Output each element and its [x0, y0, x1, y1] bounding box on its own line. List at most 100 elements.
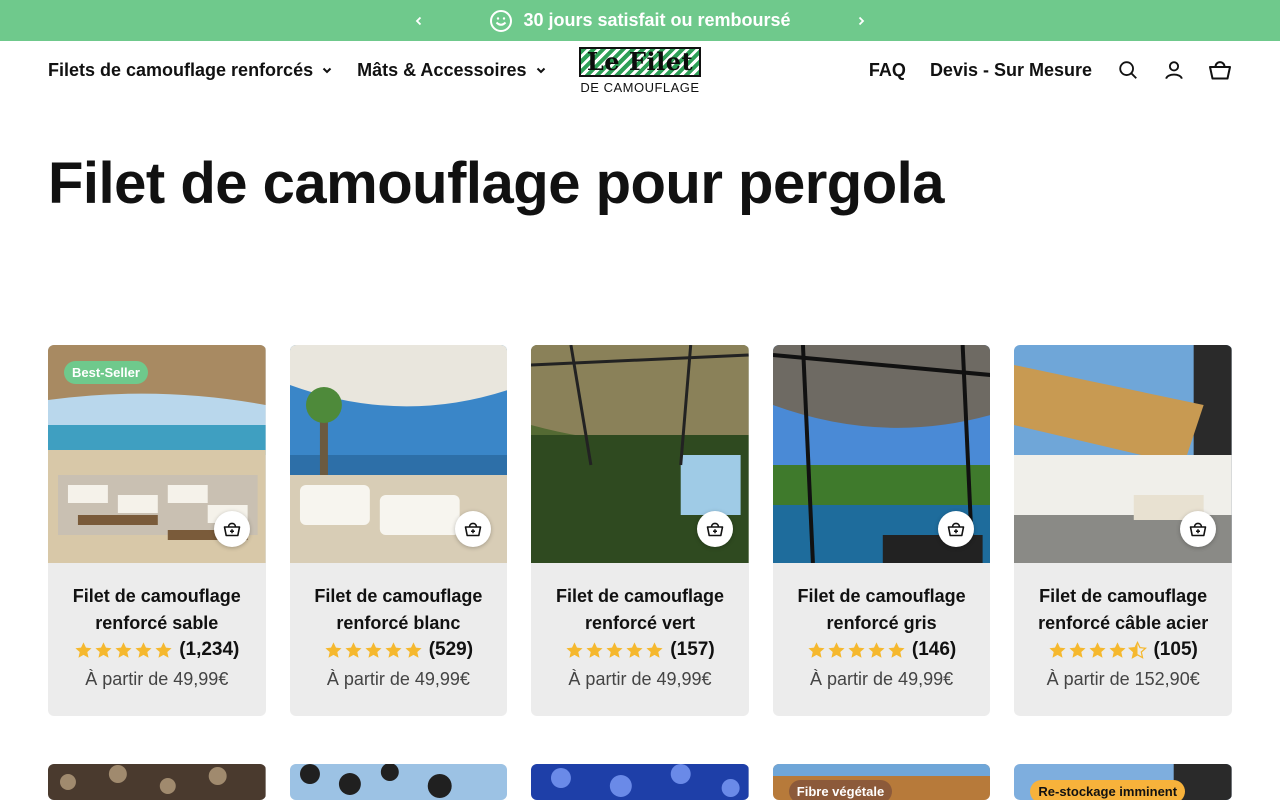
product-rating: (105) — [1014, 639, 1232, 661]
star-icon — [888, 641, 905, 658]
nav-item-label: Mâts & Accessoires — [357, 59, 527, 80]
product-grid: Best-Seller Filet de camouflage renforcé… — [48, 345, 1232, 800]
review-count: (146) — [911, 639, 957, 660]
nav-item-mats[interactable]: Mâts & Accessoires — [357, 60, 546, 81]
product-card[interactable] — [48, 764, 266, 800]
star-icon — [1089, 641, 1107, 658]
star-icon — [606, 641, 623, 658]
basket-plus-icon — [223, 522, 240, 537]
quick-add-button[interactable] — [1179, 511, 1216, 547]
star-icon — [626, 641, 643, 658]
product-info: Filet de camouflage renforcé blanc (529)… — [290, 563, 508, 690]
nav-link-faq[interactable]: FAQ — [869, 60, 906, 81]
star-icon — [385, 641, 402, 658]
star-icon — [325, 641, 342, 658]
product-photo — [48, 764, 266, 800]
nav-link-devis[interactable]: Devis - Sur Mesure — [930, 60, 1092, 81]
product-badge: Best-Seller — [64, 361, 148, 384]
product-name[interactable]: Filet de camouflage renforcé gris — [773, 583, 991, 637]
basket-plus-icon — [1189, 522, 1207, 537]
quick-add-button[interactable] — [455, 511, 492, 547]
announcement-prev-button[interactable] — [404, 0, 434, 41]
product-card[interactable]: Filet de camouflage renforcé blanc (529)… — [289, 345, 508, 716]
product-price: À partir de 49,99€ — [568, 669, 712, 689]
star-icon — [135, 641, 152, 658]
product-image[interactable]: Best-Seller — [48, 345, 266, 563]
star-icon — [1069, 641, 1087, 658]
nav-item-label: Filets de camouflage renforcés — [48, 59, 314, 80]
quick-add-button[interactable] — [696, 511, 733, 547]
review-count: (105) — [1153, 639, 1198, 660]
product-card[interactable] — [531, 764, 749, 800]
rating-stars — [324, 641, 423, 660]
basket-plus-icon — [464, 522, 482, 537]
review-count: (1,234) — [179, 639, 240, 660]
product-price: À partir de 49,99€ — [810, 669, 954, 689]
secondary-nav: FAQ Devis - Sur Mesure — [869, 41, 1232, 99]
product-photo — [289, 764, 508, 800]
chevron-left-icon — [415, 16, 422, 25]
star-icon — [566, 641, 583, 658]
product-image[interactable] — [1014, 345, 1232, 563]
product-name[interactable]: Filet de camouflage renforcé câble acier — [1014, 583, 1232, 637]
product-rating: (529) — [290, 639, 508, 661]
product-badge: Fibre végétale — [788, 780, 893, 800]
product-price: À partir de 152,90€ — [1046, 669, 1200, 689]
search-button[interactable] — [1116, 58, 1140, 82]
logo-title: Le Filet — [586, 47, 694, 76]
star-icon — [868, 641, 885, 658]
logo-subtitle: DE CAMOUFLAGE — [580, 80, 700, 95]
product-photo — [531, 764, 749, 800]
product-image[interactable]: Fibre végétale — [772, 764, 991, 800]
product-image[interactable] — [289, 764, 508, 800]
star-icon — [848, 641, 865, 658]
star-icon — [365, 641, 382, 658]
product-image[interactable] — [48, 764, 266, 800]
main-nav: Filets de camouflage renforcés Mâts & Ac… — [48, 41, 547, 99]
product-card[interactable]: Filet de camouflage renforcé câble acier… — [1014, 345, 1232, 716]
site-logo[interactable]: Le Filet DE CAMOUFLAGE — [576, 47, 704, 95]
product-image[interactable] — [772, 345, 991, 563]
rating-stars — [74, 641, 173, 660]
star-icon — [808, 641, 825, 658]
product-name[interactable]: Filet de camouflage renforcé sable — [48, 583, 266, 637]
product-image[interactable] — [531, 764, 749, 800]
rating-stars — [807, 641, 906, 660]
announcement-next-button[interactable] — [846, 0, 876, 41]
product-card[interactable]: Fibre végétale — [772, 764, 991, 800]
announcement-text: 30 jours satisfait ou remboursé — [523, 10, 791, 30]
product-image[interactable] — [289, 345, 508, 563]
product-name[interactable]: Filet de camouflage renforcé vert — [531, 583, 749, 637]
star-icon — [115, 641, 132, 658]
chevron-down-icon — [322, 67, 332, 74]
product-badge: Re-stockage imminent — [1030, 780, 1186, 800]
quick-add-button[interactable] — [213, 511, 250, 547]
product-card[interactable]: Re-stockage imminent — [1014, 764, 1232, 800]
chevron-right-icon — [858, 16, 865, 25]
product-card[interactable]: Filet de camouflage renforcé vert (157) … — [531, 345, 749, 716]
cart-button[interactable] — [1208, 58, 1232, 82]
product-card[interactable]: Filet de camouflage renforcé gris (146) … — [772, 345, 991, 716]
product-info: Filet de camouflage renforcé vert (157) … — [531, 563, 749, 690]
site-header: Filets de camouflage renforcés Mâts & Ac… — [0, 41, 1280, 99]
logo-mark: Le Filet — [579, 47, 701, 77]
product-price: À partir de 49,99€ — [85, 669, 229, 689]
product-info: Filet de camouflage renforcé câble acier… — [1014, 563, 1232, 690]
product-info: Filet de camouflage renforcé sable (1,23… — [48, 563, 266, 690]
product-rating: (1,234) — [48, 639, 266, 661]
smile-icon — [490, 9, 513, 32]
product-card[interactable] — [289, 764, 508, 800]
star-icon — [75, 641, 92, 658]
rating-stars — [565, 641, 664, 660]
announcement-bar: 30 jours satisfait ou remboursé — [0, 0, 1280, 41]
product-rating: (146) — [773, 639, 991, 661]
account-button[interactable] — [1162, 58, 1186, 82]
star-icon — [405, 641, 422, 658]
star-icon — [828, 641, 845, 658]
nav-item-filets[interactable]: Filets de camouflage renforcés — [48, 60, 333, 81]
product-image[interactable]: Re-stockage imminent — [1014, 764, 1232, 800]
star-icon — [95, 641, 112, 658]
product-card[interactable]: Best-Seller Filet de camouflage renforcé… — [48, 345, 266, 716]
product-name[interactable]: Filet de camouflage renforcé blanc — [290, 583, 508, 637]
product-image[interactable] — [531, 345, 749, 563]
